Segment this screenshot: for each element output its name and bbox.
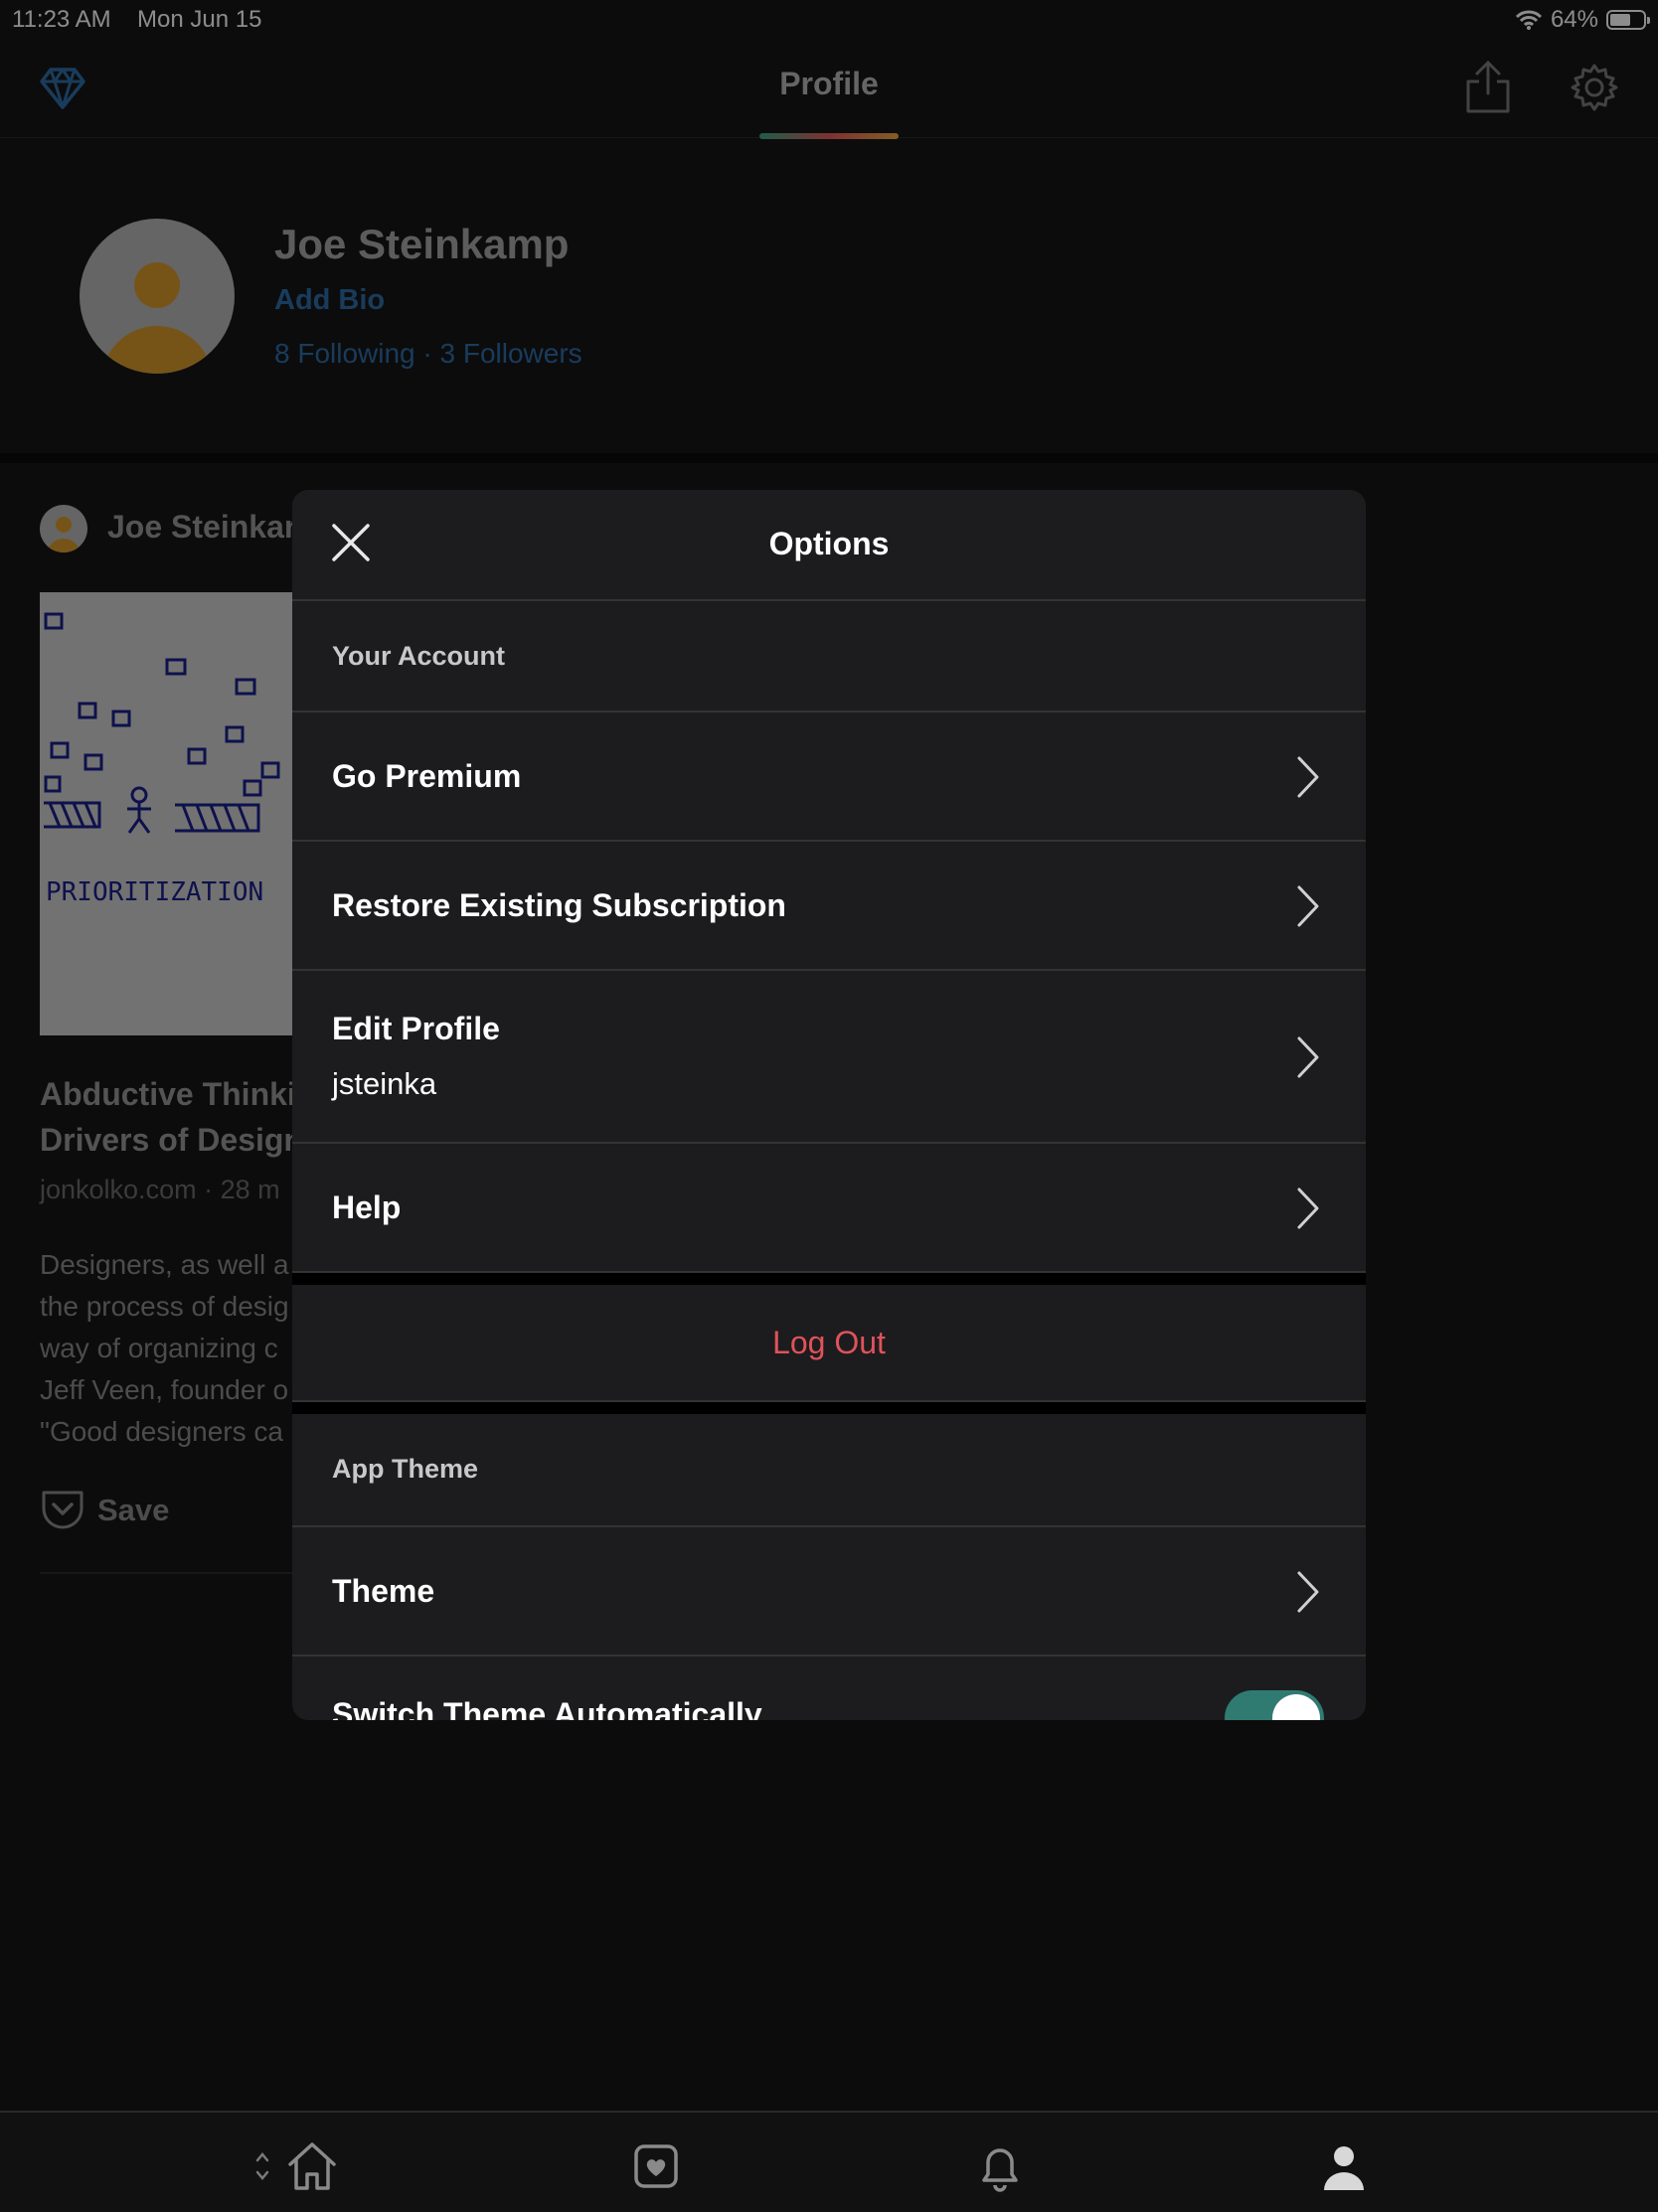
person-icon[interactable] — [1314, 2136, 1374, 2196]
logout-button[interactable]: Log Out — [292, 1325, 1366, 1361]
options-modal: Options Your Account Go Premium Restore … — [292, 490, 1366, 1720]
chevron-right-icon — [1297, 885, 1319, 927]
section-app-theme: App Theme — [292, 1414, 1366, 1527]
home-icon[interactable] — [282, 2136, 342, 2196]
chevron-right-icon — [1297, 756, 1319, 798]
chevron-right-icon — [1297, 1187, 1319, 1229]
toggle-knob — [1272, 1694, 1320, 1720]
username-value: jsteinka — [332, 1066, 437, 1101]
bottom-tab-bar — [0, 2111, 1658, 2212]
go-premium-label: Go Premium — [332, 758, 522, 794]
section-label-theme: App Theme — [332, 1454, 479, 1484]
saves-icon[interactable] — [626, 2136, 686, 2196]
help-row[interactable]: Help — [292, 1144, 1366, 1273]
edit-profile-row[interactable]: Edit Profile jsteinka — [292, 971, 1366, 1144]
group-separator — [292, 1402, 1366, 1414]
modal-header: Options — [292, 490, 1366, 601]
chevron-right-icon — [1297, 1571, 1319, 1613]
switch-theme-auto-toggle[interactable] — [1225, 1690, 1324, 1720]
group-separator — [292, 1273, 1366, 1285]
switch-theme-auto-label: Switch Theme Automatically — [332, 1696, 762, 1720]
bell-icon[interactable] — [970, 2136, 1030, 2196]
section-label-account: Your Account — [332, 641, 505, 671]
restore-subscription-row[interactable]: Restore Existing Subscription — [292, 842, 1366, 971]
restore-subscription-label: Restore Existing Subscription — [332, 887, 786, 923]
logout-row[interactable]: Log Out — [292, 1285, 1366, 1402]
go-premium-row[interactable]: Go Premium — [292, 712, 1366, 842]
edit-profile-label: Edit Profile — [332, 1011, 500, 1046]
switch-theme-auto-row: Switch Theme Automatically — [292, 1657, 1366, 1720]
section-your-account: Your Account — [292, 599, 1366, 712]
theme-row[interactable]: Theme — [292, 1527, 1366, 1657]
chevron-right-icon — [1297, 1036, 1319, 1078]
modal-title: Options — [768, 526, 890, 561]
theme-label: Theme — [332, 1573, 435, 1609]
reorder-handle-icon — [255, 2152, 269, 2180]
help-label: Help — [332, 1189, 402, 1225]
